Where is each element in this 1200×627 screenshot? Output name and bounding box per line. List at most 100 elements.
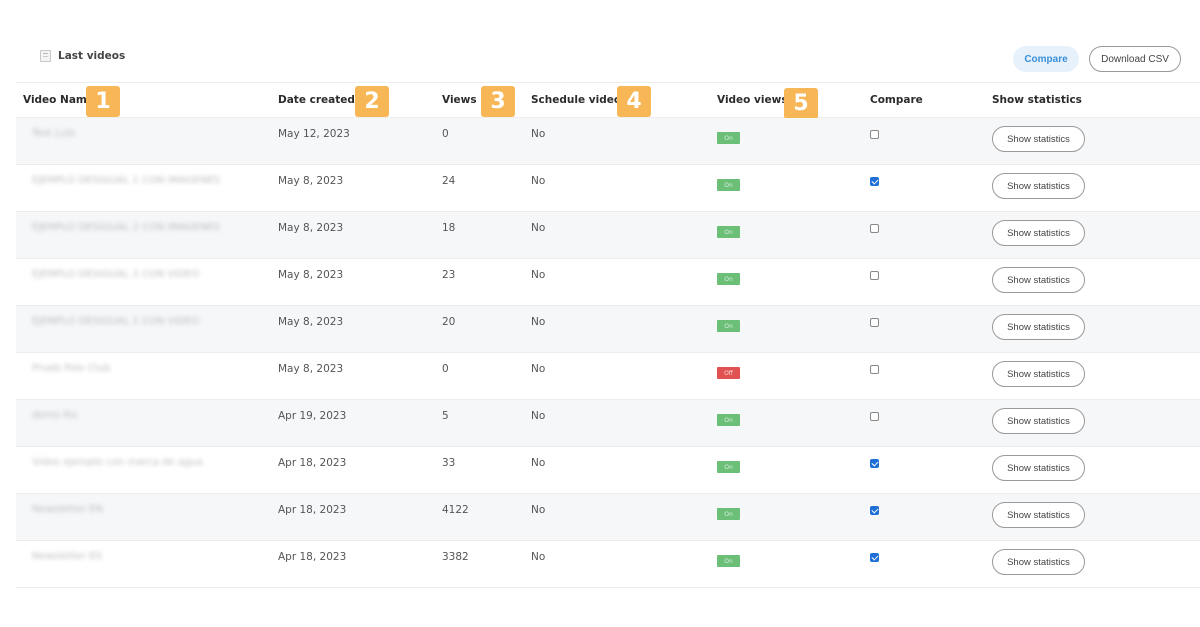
video-name[interactable]: demo Ric xyxy=(32,410,79,421)
date-created: May 8, 2023 xyxy=(278,269,344,281)
schedule-value: No xyxy=(531,316,546,328)
table-row: Video ejemplo con marca de agua Apr 18, … xyxy=(16,447,1200,494)
video-name[interactable]: EJEMPLO DESIGUAL 2 CON IMAGENES xyxy=(32,222,220,233)
column-header-date-created[interactable]: Date created xyxy=(278,94,355,106)
table-row: EJEMPLO DESIGUAL 2 CON VIDEO May 8, 2023… xyxy=(16,259,1200,306)
videos-table: Video Name 1 Date created 2 Views 3 Sche… xyxy=(16,82,1200,588)
video-name[interactable]: EJEMPLO DESIGUAL 1 CON VIDEO xyxy=(32,316,199,327)
video-views-toggle[interactable]: Off xyxy=(717,367,740,379)
annotation-badge-1: 1 xyxy=(86,86,120,117)
table-row: Newsletter EN Apr 18, 2023 4122 No On Sh… xyxy=(16,494,1200,541)
date-created: May 8, 2023 xyxy=(278,363,344,375)
compare-checkbox[interactable] xyxy=(870,224,879,233)
compare-checkbox-checked[interactable] xyxy=(870,177,879,186)
compare-checkbox-checked[interactable] xyxy=(870,459,879,468)
compare-checkbox[interactable] xyxy=(870,412,879,421)
compare-checkbox[interactable] xyxy=(870,318,879,327)
table-row: Newsletter ES Apr 18, 2023 3382 No On Sh… xyxy=(16,541,1200,588)
date-created: May 8, 2023 xyxy=(278,316,344,328)
show-statistics-button[interactable]: Show statistics xyxy=(992,455,1085,481)
views-count: 20 xyxy=(442,316,456,328)
video-name[interactable]: Video ejemplo con marca de agua xyxy=(32,457,203,468)
column-header-show-statistics: Show statistics xyxy=(992,94,1082,106)
views-count: 4122 xyxy=(442,504,469,516)
table-row: EJEMPLO DESIGUAL 1 CON VIDEO May 8, 2023… xyxy=(16,306,1200,353)
table-row: Prueb Polo Club May 8, 2023 0 No Off Sho… xyxy=(16,353,1200,400)
schedule-value: No xyxy=(531,175,546,187)
schedule-value: No xyxy=(531,269,546,281)
annotation-badge-2: 2 xyxy=(355,86,389,117)
table-row: demo Ric Apr 19, 2023 5 No On Show stati… xyxy=(16,400,1200,447)
show-statistics-button[interactable]: Show statistics xyxy=(992,173,1085,199)
views-count: 24 xyxy=(442,175,456,187)
schedule-value: No xyxy=(531,410,546,422)
compare-checkbox[interactable] xyxy=(870,271,879,280)
column-header-compare: Compare xyxy=(870,94,923,106)
show-statistics-button[interactable]: Show statistics xyxy=(992,314,1085,340)
compare-button[interactable]: Compare xyxy=(1013,46,1079,72)
views-count: 23 xyxy=(442,269,456,281)
column-header-video-views[interactable]: Video views xyxy=(717,94,788,106)
section-title-text: Last videos xyxy=(58,50,126,62)
show-statistics-button[interactable]: Show statistics xyxy=(992,502,1085,528)
video-name[interactable]: Newsletter EN xyxy=(32,504,103,515)
column-header-video-name[interactable]: Video Name xyxy=(23,94,94,106)
show-statistics-button[interactable]: Show statistics xyxy=(992,549,1085,575)
date-created: May 12, 2023 xyxy=(278,128,350,140)
views-count: 5 xyxy=(442,410,449,422)
compare-checkbox[interactable] xyxy=(870,130,879,139)
download-csv-button[interactable]: Download CSV xyxy=(1089,46,1181,72)
video-views-toggle[interactable]: On xyxy=(717,273,740,285)
table-row: EJEMPLO DESIGUAL 2 CON IMAGENES May 8, 2… xyxy=(16,212,1200,259)
column-header-schedule-video[interactable]: Schedule video xyxy=(531,94,621,106)
views-count: 3382 xyxy=(442,551,469,563)
schedule-value: No xyxy=(531,363,546,375)
schedule-value: No xyxy=(531,128,546,140)
show-statistics-button[interactable]: Show statistics xyxy=(992,361,1085,387)
table-body: Test Lulo May 12, 2023 0 No On Show stat… xyxy=(16,118,1200,588)
date-created: Apr 18, 2023 xyxy=(278,457,347,469)
annotation-badge-5: 5 xyxy=(784,88,818,119)
column-header-views[interactable]: Views xyxy=(442,94,477,106)
date-created: May 8, 2023 xyxy=(278,175,344,187)
schedule-value: No xyxy=(531,222,546,234)
compare-checkbox-checked[interactable] xyxy=(870,553,879,562)
video-views-toggle[interactable]: On xyxy=(717,179,740,191)
video-name[interactable]: Prueb Polo Club xyxy=(32,363,110,374)
show-statistics-button[interactable]: Show statistics xyxy=(992,126,1085,152)
date-created: Apr 19, 2023 xyxy=(278,410,347,422)
compare-checkbox-checked[interactable] xyxy=(870,506,879,515)
annotation-badge-4: 4 xyxy=(617,86,651,117)
calendar-icon xyxy=(40,50,51,62)
table-row: Test Lulo May 12, 2023 0 No On Show stat… xyxy=(16,118,1200,165)
date-created: Apr 18, 2023 xyxy=(278,504,347,516)
video-views-toggle[interactable]: On xyxy=(717,461,740,473)
schedule-value: No xyxy=(531,457,546,469)
annotation-badge-3: 3 xyxy=(481,86,515,117)
compare-checkbox[interactable] xyxy=(870,365,879,374)
views-count: 0 xyxy=(442,128,449,140)
video-views-toggle[interactable]: On xyxy=(717,226,740,238)
date-created: Apr 18, 2023 xyxy=(278,551,347,563)
video-views-toggle[interactable]: On xyxy=(717,414,740,426)
views-count: 0 xyxy=(442,363,449,375)
video-views-toggle[interactable]: On xyxy=(717,132,740,144)
show-statistics-button[interactable]: Show statistics xyxy=(992,220,1085,246)
video-views-toggle[interactable]: On xyxy=(717,555,740,567)
table-header: Video Name 1 Date created 2 Views 3 Sche… xyxy=(16,82,1200,119)
toolbar: Last videos Compare Download CSV xyxy=(0,40,1200,80)
video-name[interactable]: EJEMPLO DESIGUAL 2 CON VIDEO xyxy=(32,269,199,280)
show-statistics-button[interactable]: Show statistics xyxy=(992,267,1085,293)
video-views-toggle[interactable]: On xyxy=(717,320,740,332)
views-count: 18 xyxy=(442,222,456,234)
views-count: 33 xyxy=(442,457,456,469)
schedule-value: No xyxy=(531,504,546,516)
video-views-toggle[interactable]: On xyxy=(717,508,740,520)
video-name[interactable]: Newsletter ES xyxy=(32,551,102,562)
video-name[interactable]: Test Lulo xyxy=(32,128,76,139)
show-statistics-button[interactable]: Show statistics xyxy=(992,408,1085,434)
schedule-value: No xyxy=(531,551,546,563)
date-created: May 8, 2023 xyxy=(278,222,344,234)
video-name[interactable]: EJEMPLO DESIGUAL 1 CON IMAGENES xyxy=(32,175,220,186)
section-title: Last videos xyxy=(40,50,125,62)
